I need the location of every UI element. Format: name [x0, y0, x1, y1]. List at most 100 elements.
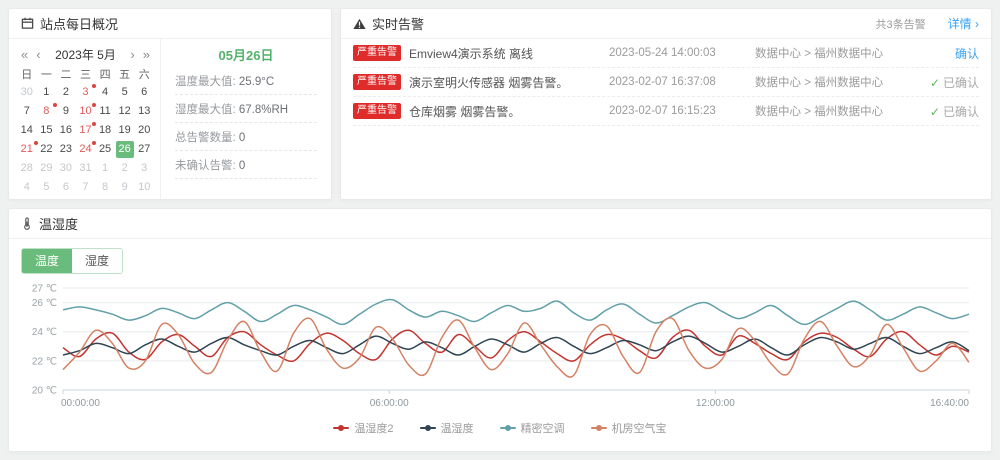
- calendar-day[interactable]: 25: [95, 141, 115, 160]
- calendar-day[interactable]: 9: [56, 103, 76, 122]
- day-number: 15: [37, 122, 55, 139]
- day-number: 22: [37, 141, 55, 158]
- calendar-day[interactable]: 27: [134, 141, 154, 160]
- day-number: 2: [57, 84, 75, 101]
- daily-stats: 温度最大值: 25.9°C湿度最大值: 67.8%RH总告警数量: 0未确认告警…: [175, 67, 317, 179]
- day-number: 5: [116, 84, 134, 101]
- next-year-button[interactable]: »: [139, 47, 154, 62]
- calendar-day[interactable]: 29: [37, 160, 57, 179]
- confirm-button[interactable]: 确认: [925, 45, 979, 62]
- day-number: 4: [96, 84, 114, 101]
- day-number: 3: [135, 160, 153, 177]
- calendar-day[interactable]: 7: [76, 179, 96, 198]
- legend-item[interactable]: 精密空调: [500, 420, 565, 436]
- calendar-day[interactable]: 12: [115, 103, 135, 122]
- calendar-day[interactable]: 2: [56, 84, 76, 103]
- calendar-day[interactable]: 11: [95, 103, 115, 122]
- day-number: 11: [96, 103, 114, 120]
- calendar-day[interactable]: 22: [37, 141, 57, 160]
- stat-row: 温度最大值: 25.9°C: [175, 67, 317, 95]
- calendar-day[interactable]: 14: [17, 122, 37, 141]
- legend-label: 精密空调: [521, 420, 565, 436]
- legend-item[interactable]: 温湿度: [420, 420, 474, 436]
- day-number: 27: [135, 141, 153, 158]
- weekday-label: 六: [134, 66, 154, 84]
- stat-label: 未确认告警:: [175, 160, 239, 172]
- series-line-机房空气宝: [63, 318, 969, 377]
- alerts-count: 共3条告警: [876, 16, 926, 32]
- calendar-day[interactable]: 8: [37, 103, 57, 122]
- day-number: 24: [76, 141, 94, 158]
- stat-value: 0: [239, 160, 245, 172]
- calendar-day[interactable]: 24: [76, 141, 96, 160]
- check-icon: ✓: [930, 76, 940, 90]
- chevron-right-icon: ›: [975, 17, 979, 31]
- legend-marker-icon: [591, 424, 607, 432]
- calendar-day[interactable]: 13: [134, 103, 154, 122]
- calendar-nav: « ‹ 2023年 5月 › »: [17, 42, 154, 66]
- calendar-day[interactable]: 18: [95, 122, 115, 141]
- stat-value: 67.8%RH: [239, 104, 288, 116]
- calendar-day[interactable]: 19: [115, 122, 135, 141]
- calendar-day[interactable]: 7: [17, 103, 37, 122]
- check-icon: ✓: [930, 105, 940, 119]
- next-month-button[interactable]: ›: [126, 47, 138, 62]
- calendar-day[interactable]: 10: [76, 103, 96, 122]
- calendar-day[interactable]: 26: [115, 141, 135, 160]
- calendar-day[interactable]: 4: [17, 179, 37, 198]
- calendar-day[interactable]: 30: [56, 160, 76, 179]
- svg-text:12:00:00: 12:00:00: [696, 398, 735, 409]
- calendar-day[interactable]: 8: [95, 179, 115, 198]
- calendar-day[interactable]: 17: [76, 122, 96, 141]
- legend-label: 温湿度2: [354, 420, 393, 436]
- toggle-humidity[interactable]: 湿度: [72, 249, 122, 273]
- calendar-day[interactable]: 31: [76, 160, 96, 179]
- calendar-day[interactable]: 2: [115, 160, 135, 179]
- calendar-day[interactable]: 4: [95, 84, 115, 103]
- prev-year-button[interactable]: «: [17, 47, 32, 62]
- calendar-day[interactable]: 9: [115, 179, 135, 198]
- calendar-day[interactable]: 1: [37, 84, 57, 103]
- calendar-day[interactable]: 3: [134, 160, 154, 179]
- calendar-day[interactable]: 3: [76, 84, 96, 103]
- day-number: 23: [57, 141, 75, 158]
- calendar-day[interactable]: 20: [134, 122, 154, 141]
- prev-month-button[interactable]: ‹: [32, 47, 44, 62]
- calendar-day[interactable]: 6: [134, 84, 154, 103]
- calendar-day[interactable]: 10: [134, 179, 154, 198]
- legend-item[interactable]: 温湿度2: [333, 420, 393, 436]
- calendar-day[interactable]: 28: [17, 160, 37, 179]
- calendar-icon: [21, 17, 34, 30]
- calendar-day[interactable]: 30: [17, 84, 37, 103]
- day-number: 6: [57, 179, 75, 196]
- calendar-day[interactable]: 15: [37, 122, 57, 141]
- calendar-day[interactable]: 1: [95, 160, 115, 179]
- calendar-month-title: 2023年 5月: [45, 46, 127, 63]
- day-number: 30: [57, 160, 75, 177]
- stat-value: 0: [239, 132, 245, 144]
- legend-label: 温湿度: [441, 420, 474, 436]
- alert-time: 2023-02-07 16:15:23: [609, 105, 747, 117]
- alert-row: 严重告警仓库烟雾 烟雾告警。2023-02-07 16:15:23数据中心 > …: [353, 97, 979, 126]
- legend-item[interactable]: 机房空气宝: [591, 420, 667, 436]
- chart-header: 温湿度: [9, 209, 991, 239]
- calendar-day[interactable]: 23: [56, 141, 76, 160]
- realtime-alerts-panel: 实时告警 共3条告警 详情 › 严重告警Emview4演示系统 离线2023-0…: [340, 8, 992, 200]
- alerts-details-link[interactable]: 详情 ›: [948, 15, 979, 32]
- day-number: 16: [57, 122, 75, 139]
- legend-marker-icon: [500, 424, 516, 432]
- day-number: 3: [76, 84, 94, 101]
- calendar-day[interactable]: 6: [56, 179, 76, 198]
- calendar-day[interactable]: 21: [17, 141, 37, 160]
- legend-label: 机房空气宝: [612, 420, 667, 436]
- day-number: 7: [76, 179, 94, 196]
- day-number: 10: [76, 103, 94, 120]
- toggle-temperature[interactable]: 温度: [22, 249, 72, 273]
- day-number: 8: [37, 103, 55, 120]
- calendar-day[interactable]: 5: [115, 84, 135, 103]
- line-chart: 27 ℃26 ℃24 ℃22 ℃20 ℃00:00:0006:00:0012:0…: [21, 276, 979, 419]
- stat-value: 25.9°C: [239, 76, 274, 88]
- severity-badge: 严重告警: [353, 103, 401, 119]
- calendar-day[interactable]: 5: [37, 179, 57, 198]
- calendar-day[interactable]: 16: [56, 122, 76, 141]
